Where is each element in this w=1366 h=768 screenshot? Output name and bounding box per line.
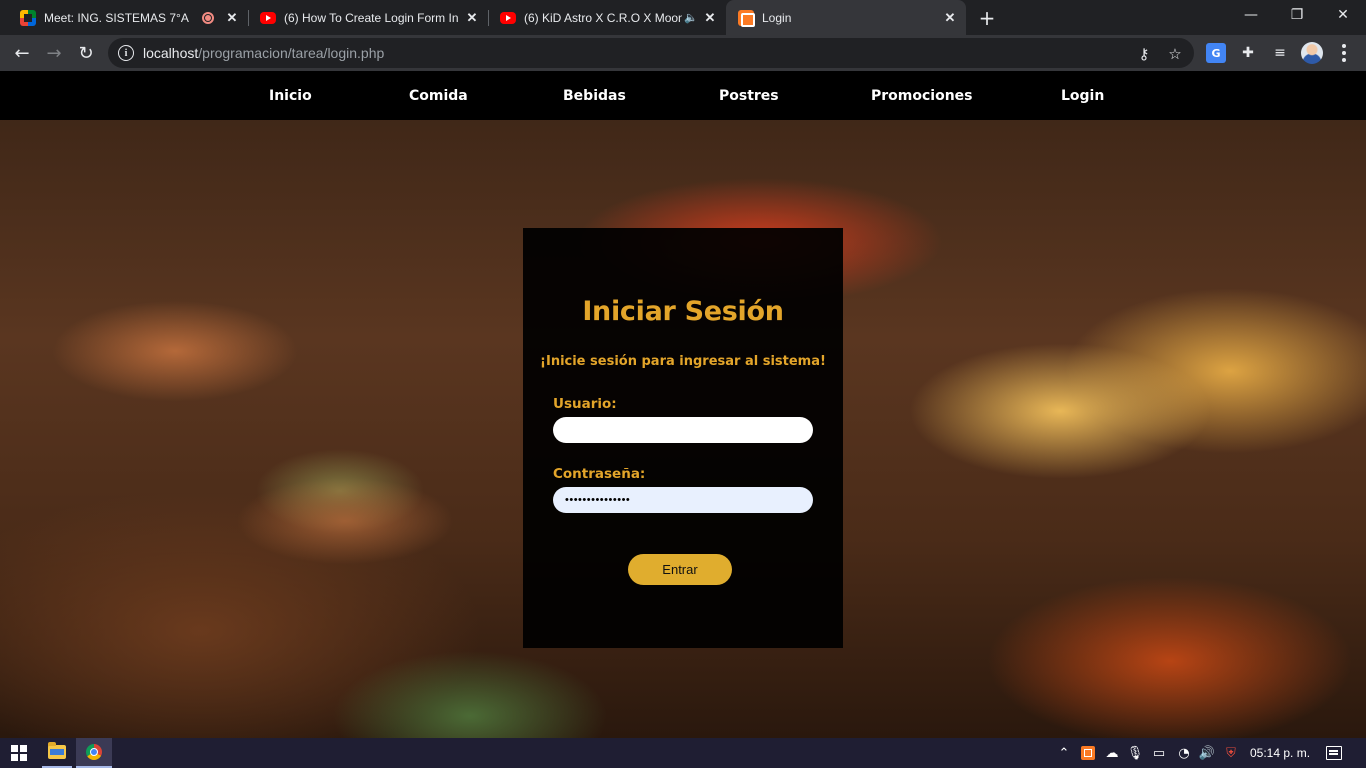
- chrome-taskbar-button[interactable]: [76, 738, 112, 768]
- close-tab-icon[interactable]: ✕: [224, 10, 240, 26]
- nav-link-comida[interactable]: Comida: [409, 71, 468, 120]
- url-host: localhost: [143, 45, 199, 61]
- extensions-puzzle-icon[interactable]: ✚: [1238, 43, 1258, 63]
- audio-playing-icon[interactable]: 🔈: [684, 11, 698, 24]
- login-subtitle: ¡Inicie sesión para ingresar al sistema!: [540, 354, 826, 369]
- url-path: /programacion/tarea/login.php: [198, 45, 385, 61]
- nav-link-bebidas[interactable]: Bebidas: [563, 71, 626, 120]
- page-viewport: Inicio Comida Bebidas Postres Promocione…: [0, 71, 1366, 738]
- volume-icon[interactable]: 🔊: [1198, 738, 1216, 768]
- xampp-tray-icon: [1081, 746, 1095, 760]
- login-panel: Iniciar Sesión ¡Inicie sesión para ingre…: [523, 228, 843, 648]
- browser-menu-icon[interactable]: [1334, 43, 1354, 63]
- youtube-icon: [260, 11, 276, 24]
- reload-button[interactable]: ↻: [72, 39, 100, 67]
- url-text[interactable]: localhost/programacion/tarea/login.php: [143, 45, 384, 61]
- onedrive-cloud-icon[interactable]: ☁: [1102, 738, 1122, 768]
- username-label: Usuario:: [553, 396, 617, 412]
- nav-link-postres[interactable]: Postres: [719, 71, 779, 120]
- bookmark-star-icon[interactable]: ☆: [1166, 45, 1184, 63]
- password-label: Contraseña:: [553, 466, 646, 482]
- new-tab-button[interactable]: +: [976, 6, 998, 30]
- youtube-icon: [500, 11, 516, 24]
- profile-avatar[interactable]: [1301, 42, 1323, 64]
- key-icon[interactable]: ⚷: [1135, 45, 1153, 63]
- nav-link-inicio[interactable]: Inicio: [269, 71, 312, 120]
- tab-youtube-music[interactable]: (6) KiD Astro X C.R.O X Moon 🔈 ✕: [488, 0, 726, 35]
- restore-button[interactable]: ❐: [1274, 0, 1320, 30]
- translate-extension-icon[interactable]: G: [1206, 43, 1226, 63]
- back-button[interactable]: ←: [8, 39, 36, 67]
- tab-title: (6) How To Create Login Form In: [284, 10, 459, 25]
- xampp-tray-button[interactable]: [1079, 738, 1097, 768]
- battery-icon[interactable]: ▭: [1150, 738, 1168, 768]
- windows-taskbar: ⌃ ☁ 🎙 ▭ ◔ 🔊 ⛨ 05:14 p. m.: [0, 738, 1366, 768]
- notifications-icon: [1326, 746, 1342, 760]
- tab-title: Meet: ING. SISTEMAS 7°A: [44, 10, 189, 25]
- submit-login-button[interactable]: Entrar: [628, 554, 732, 585]
- wifi-icon[interactable]: ◔: [1175, 738, 1193, 768]
- recording-icon: [202, 11, 214, 24]
- minimize-button[interactable]: —: [1228, 0, 1274, 30]
- action-center-button[interactable]: [1322, 738, 1346, 768]
- username-input[interactable]: [553, 417, 813, 443]
- close-window-button[interactable]: ✕: [1320, 0, 1366, 30]
- password-input[interactable]: •••••••••••••••: [553, 487, 813, 513]
- media-control-icon[interactable]: ≡: [1270, 43, 1290, 63]
- nav-link-login[interactable]: Login: [1061, 71, 1104, 120]
- google-meet-icon: [20, 9, 36, 26]
- nav-link-promociones[interactable]: Promociones: [871, 71, 973, 120]
- forward-button[interactable]: →: [40, 39, 68, 67]
- chrome-icon: [86, 744, 102, 760]
- tab-strip: Meet: ING. SISTEMAS 7°A ✕ (6) How To Cre…: [0, 0, 1366, 35]
- tab-title: Login: [762, 10, 792, 25]
- address-bar[interactable]: i localhost/programacion/tarea/login.php…: [108, 38, 1194, 68]
- tab-title: (6) KiD Astro X C.R.O X Moon: [524, 10, 683, 25]
- start-button[interactable]: [0, 738, 38, 768]
- microphone-icon[interactable]: 🎙: [1127, 738, 1144, 768]
- browser-toolbar: ← → ↻ i localhost/programacion/tarea/log…: [0, 35, 1366, 71]
- file-explorer-button[interactable]: [42, 738, 72, 768]
- site-info-icon[interactable]: i: [118, 45, 134, 61]
- windows-logo-icon: [11, 745, 27, 761]
- tab-youtube-login-form[interactable]: (6) How To Create Login Form In ✕: [248, 0, 488, 35]
- show-hidden-icons-chevron-up-icon[interactable]: ⌃: [1055, 738, 1073, 768]
- taskbar-clock[interactable]: 05:14 p. m.: [1250, 738, 1310, 768]
- tab-meet[interactable]: Meet: ING. SISTEMAS 7°A ✕: [8, 0, 248, 35]
- close-tab-icon[interactable]: ✕: [942, 10, 958, 26]
- site-navbar: Inicio Comida Bebidas Postres Promocione…: [0, 71, 1366, 120]
- folder-icon: [48, 742, 66, 759]
- login-title: Iniciar Sesión: [582, 296, 784, 327]
- tab-login[interactable]: Login ✕: [726, 0, 966, 35]
- close-tab-icon[interactable]: ✕: [702, 10, 718, 26]
- security-shield-icon[interactable]: ⛨: [1222, 738, 1240, 768]
- xampp-icon: [738, 9, 755, 27]
- close-tab-icon[interactable]: ✕: [464, 10, 480, 26]
